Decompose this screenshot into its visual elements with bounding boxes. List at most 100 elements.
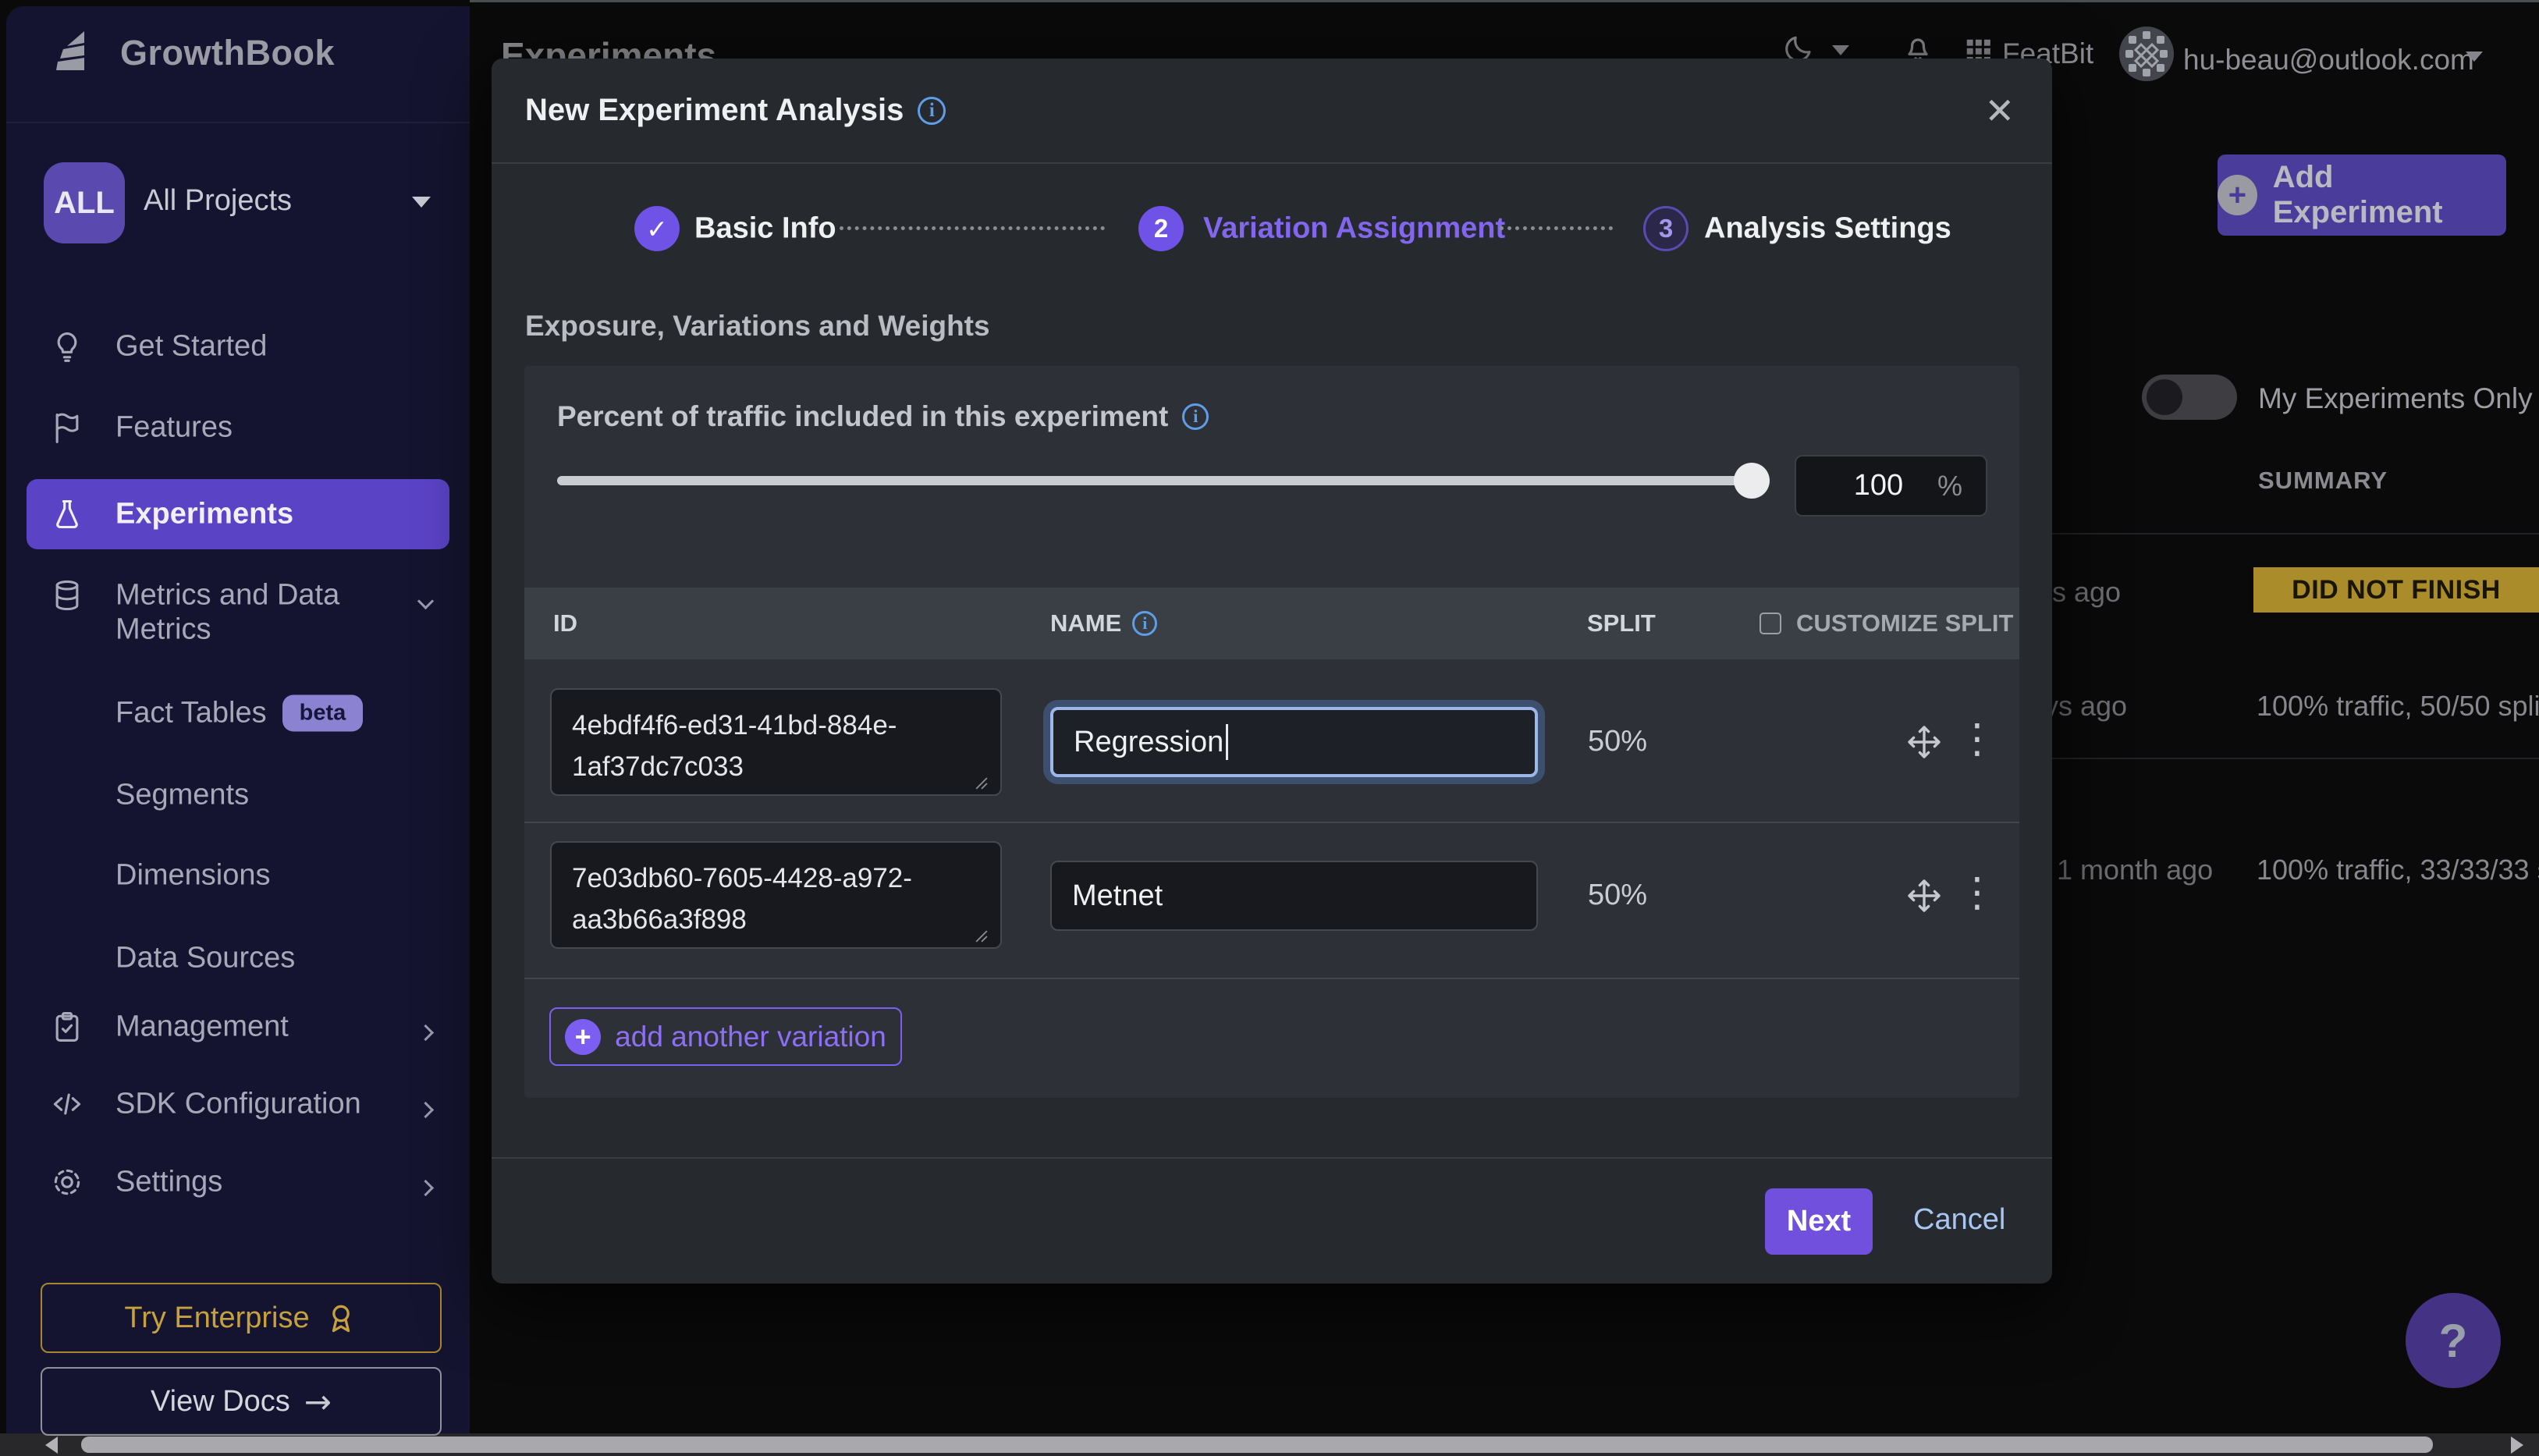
- info-icon[interactable]: i: [1132, 611, 1157, 636]
- modal-header: New Experiment Analysis i ✕: [492, 59, 2052, 164]
- experiment-row-summary: 100% traffic, 33/33/33 s: [2257, 854, 2539, 886]
- variation-id-textarea[interactable]: 4ebdf4f6-ed31-41bd-884e-1af37dc7c033: [550, 688, 1002, 796]
- clipboard-icon: [50, 1010, 84, 1044]
- my-experiments-toggle[interactable]: [2142, 375, 2237, 420]
- step-3-label[interactable]: Analysis Settings: [1704, 212, 1951, 246]
- try-enterprise-button[interactable]: Try Enterprise: [41, 1283, 442, 1353]
- add-variation-button[interactable]: + add another variation: [549, 1007, 902, 1066]
- sidebar-item-settings[interactable]: Settings: [6, 1146, 470, 1218]
- resize-grip-icon[interactable]: [975, 930, 2015, 1094]
- variation-name-value: Metnet: [1072, 879, 1163, 913]
- step-2-circle[interactable]: 2: [1138, 206, 1184, 251]
- variation-name-input[interactable]: Metnet: [1050, 861, 1538, 931]
- sidebar-item-get-started[interactable]: Get Started: [6, 311, 470, 382]
- lightbulb-icon: [50, 329, 84, 364]
- project-caret-icon[interactable]: [412, 197, 431, 208]
- view-docs-button[interactable]: View Docs →: [41, 1367, 442, 1436]
- section-heading: Exposure, Variations and Weights: [525, 310, 990, 343]
- avatar[interactable]: [2119, 27, 2174, 81]
- chevron-right-icon: [417, 1102, 434, 1118]
- sidebar-item-label: Experiments: [115, 498, 293, 531]
- kebab-menu-icon[interactable]: ⋮: [1957, 872, 1997, 913]
- user-email[interactable]: hu-beau@outlook.com: [2183, 44, 2474, 76]
- info-icon[interactable]: i: [1182, 403, 1209, 430]
- traffic-slider-thumb[interactable]: [1734, 463, 1770, 499]
- my-experiments-toggle-label: My Experiments Only: [2258, 382, 2533, 415]
- theme-caret-icon[interactable]: [1832, 45, 1849, 55]
- variation-name-value: Regression: [1074, 726, 1223, 759]
- logo[interactable]: GrowthBook: [50, 28, 335, 78]
- experiment-row-time: 1 month ago: [2057, 854, 2213, 886]
- sidebar-item-label: SDK Configuration: [115, 1088, 361, 1121]
- kebab-menu-icon[interactable]: ⋮: [1957, 719, 1997, 759]
- horizontal-scrollbar[interactable]: [0, 1433, 2539, 1456]
- app-window: Experiments FeatBit hu-beau@outlook.com …: [0, 0, 2539, 1456]
- step-2-label[interactable]: Variation Assignment: [1203, 212, 1505, 246]
- text-cursor: [1226, 724, 1228, 760]
- column-header-name: NAME i: [1050, 609, 1157, 637]
- cancel-button[interactable]: Cancel: [1913, 1203, 2005, 1237]
- sidebar-item-experiments[interactable]: Experiments: [6, 478, 470, 550]
- new-experiment-analysis-modal: New Experiment Analysis i ✕ ✓ Basic Info…: [492, 59, 2052, 1284]
- toggle-knob: [2147, 379, 2182, 415]
- sidebar-item-label: Features: [115, 411, 233, 445]
- next-button[interactable]: Next: [1765, 1188, 1873, 1255]
- step-1-circle[interactable]: ✓: [634, 206, 680, 251]
- plus-icon: +: [565, 1019, 601, 1055]
- variation-split: 50%: [1588, 725, 1647, 758]
- variation-id-textarea[interactable]: 7e03db60-7605-4428-a972-aa3b66a3f898: [550, 841, 1002, 949]
- sidebar-item-label: Management: [115, 1010, 289, 1044]
- code-icon: [50, 1087, 84, 1121]
- chevron-right-icon: [417, 1025, 434, 1041]
- variations-table-header: ID NAME i SPLIT CUSTOMIZE SPLIT: [524, 588, 2019, 659]
- project-selector[interactable]: All Projects: [144, 184, 292, 218]
- sidebar-item-sdk-configuration[interactable]: SDK Configuration: [6, 1068, 470, 1140]
- variation-split: 50%: [1588, 879, 1647, 912]
- column-header-split: SPLIT: [1587, 609, 1656, 637]
- scroll-right-arrow-icon[interactable]: [2511, 1436, 2523, 1454]
- chevron-right-icon: [417, 1180, 434, 1196]
- sidebar-item-management[interactable]: Management: [6, 991, 470, 1063]
- sidebar-item-dimensions[interactable]: Dimensions: [6, 844, 470, 907]
- close-icon[interactable]: ✕: [1984, 93, 2015, 129]
- check-icon: ✓: [646, 214, 668, 244]
- step-connector: [1500, 226, 1613, 230]
- help-button[interactable]: ?: [2406, 1293, 2501, 1388]
- info-icon[interactable]: i: [918, 97, 946, 125]
- project-badge[interactable]: ALL: [44, 162, 125, 243]
- user-menu-caret-icon[interactable]: [2466, 51, 2483, 62]
- sidebar-item-label: Segments: [115, 779, 249, 812]
- stepper: ✓ Basic Info 2 Variation Assignment 3 An…: [492, 206, 2052, 251]
- try-enterprise-label: Try Enterprise: [124, 1302, 309, 1335]
- traffic-slider[interactable]: [557, 476, 1752, 485]
- sidebar-item-metrics[interactable]: Metrics: [6, 598, 470, 661]
- scroll-left-arrow-icon[interactable]: [45, 1436, 58, 1454]
- medal-icon: [324, 1301, 358, 1335]
- customize-split-checkbox[interactable]: [1760, 613, 1781, 634]
- gear-icon: [50, 1165, 84, 1199]
- drag-move-icon[interactable]: [1905, 723, 1943, 761]
- drag-move-icon[interactable]: [1905, 877, 1943, 914]
- sidebar-item-segments[interactable]: Segments: [6, 764, 470, 826]
- traffic-value[interactable]: 100: [1820, 469, 1937, 502]
- step-1-label[interactable]: Basic Info: [694, 212, 836, 246]
- sidebar-item-label: Data Sources: [115, 942, 295, 975]
- scrollbar-thumb[interactable]: [81, 1436, 2433, 1453]
- step-3-circle[interactable]: 3: [1643, 206, 1689, 251]
- sidebar-item-features[interactable]: Features: [6, 392, 470, 463]
- flask-icon: [50, 497, 84, 531]
- step-connector: [840, 226, 1105, 230]
- growthbook-logo-icon: [50, 28, 100, 78]
- row-divider: [524, 822, 2019, 823]
- question-icon: ?: [2439, 1314, 2468, 1368]
- variation-name-input[interactable]: Regression: [1050, 707, 1538, 777]
- sidebar-item-fact-tables[interactable]: Fact Tablesbeta: [6, 682, 470, 744]
- add-experiment-button[interactable]: + Add Experiment: [2218, 154, 2506, 236]
- variations-panel: Percent of traffic included in this expe…: [524, 366, 2019, 1098]
- add-experiment-label: Add Experiment: [2273, 160, 2506, 230]
- traffic-input[interactable]: 100 %: [1795, 455, 1987, 517]
- row-divider: [2044, 758, 2539, 759]
- sidebar-item-data-sources[interactable]: Data Sources: [6, 927, 470, 989]
- footer-divider: [492, 1157, 2052, 1159]
- summary-column-header: SUMMARY: [2258, 467, 2388, 495]
